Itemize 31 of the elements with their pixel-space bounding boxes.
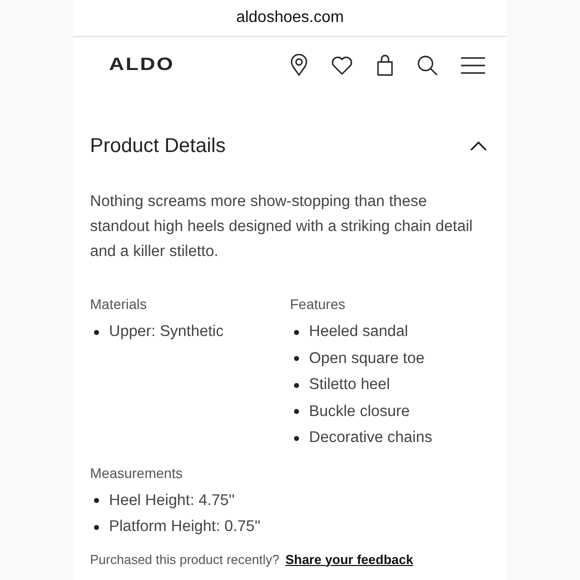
shopping-bag-icon[interactable] [376, 54, 394, 76]
list-item-text: Open square toe [309, 348, 424, 368]
menu-icon[interactable] [461, 56, 485, 74]
group-heading: Features [290, 296, 346, 312]
logo[interactable]: ALDO [109, 54, 174, 76]
bullet-icon [294, 436, 299, 441]
feedback-prompt: Purchased this product recently? [90, 552, 280, 566]
chevron-icon[interactable] [470, 141, 487, 151]
group-heading: Measurements [90, 464, 184, 480]
list-item-text: Upper: Synthetic [109, 322, 224, 342]
list-item-text: Decorative chains [309, 428, 432, 448]
list-item-text: Stiletto heel [309, 375, 390, 395]
section-title: Product Details [90, 134, 226, 158]
feedback-link[interactable]: Share your feedback [285, 552, 414, 566]
bullet-icon [294, 409, 299, 414]
bullet-icon [294, 330, 299, 335]
bullet-icon [94, 330, 99, 335]
list-item-text: Buckle closure [309, 402, 410, 422]
heart-icon[interactable] [331, 56, 353, 74]
location-pin-icon[interactable] [290, 54, 308, 76]
bullet-icon [294, 382, 299, 388]
search-icon[interactable] [417, 54, 438, 76]
bullet-icon [94, 524, 99, 530]
bullet-icon [294, 356, 299, 362]
url-text[interactable]: aldoshoes.com [236, 9, 344, 27]
description-text: Nothing screams more show-stopping than these standout high heels designed with a striking chain detail and a killer stiletto. [90, 192, 474, 262]
list-item-text: Heeled sandal [309, 322, 408, 342]
bullet-icon [94, 498, 99, 504]
group-heading: Materials [90, 296, 148, 312]
list-item-text: Platform Height: 0.75'' [109, 517, 261, 537]
list-item-text: Heel Height: 4.75'' [109, 490, 235, 510]
